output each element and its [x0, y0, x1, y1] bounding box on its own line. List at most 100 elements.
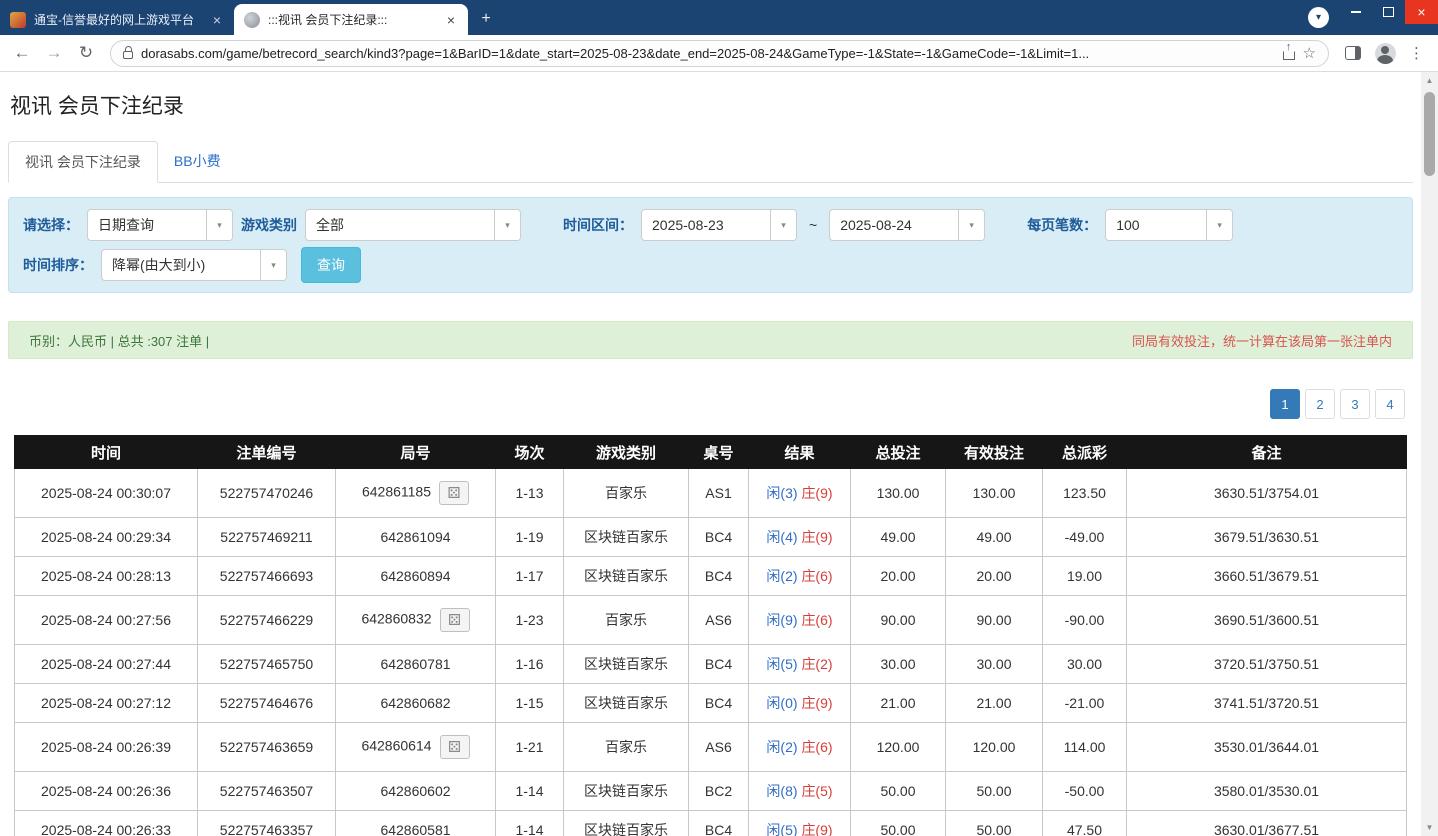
- column-header: 结果: [748, 435, 851, 469]
- cell-total-bet[interactable]: 120.00: [850, 722, 946, 772]
- chevron-down-icon[interactable]: ▾: [958, 210, 985, 240]
- tab2-close-icon[interactable]: ×: [444, 12, 458, 28]
- tab1-close-icon[interactable]: ×: [210, 12, 224, 28]
- tab-bet-records[interactable]: 视讯 会员下注纪录: [8, 141, 158, 183]
- window-maximize-button[interactable]: [1372, 0, 1405, 24]
- tab-search-button[interactable]: ▾: [1308, 7, 1329, 28]
- cell-table-no: BC4: [688, 556, 749, 596]
- cell-payout: -90.00: [1042, 595, 1127, 645]
- cell-result: 闲(9) 庄(6): [748, 595, 851, 645]
- cell-total-bet[interactable]: 50.00: [850, 771, 946, 811]
- cell-bet-no: 522757463357: [197, 810, 336, 836]
- profile-avatar[interactable]: [1374, 42, 1396, 64]
- scrollbar-thumb[interactable]: [1424, 92, 1435, 176]
- cell-session: 1-15: [495, 683, 564, 723]
- cell-total-bet[interactable]: 21.00: [850, 683, 946, 723]
- column-header: 游戏类别: [563, 435, 689, 469]
- scroll-up-icon[interactable]: ▲: [1426, 72, 1434, 89]
- page-size-select[interactable]: 100 ▾: [1105, 209, 1234, 241]
- page-button-3[interactable]: 3: [1340, 389, 1370, 419]
- cell-total-bet[interactable]: 50.00: [850, 810, 946, 836]
- cell-game-type: 区块链百家乐: [563, 556, 689, 596]
- browser-menu-icon[interactable]: ⋮: [1403, 44, 1430, 62]
- cell-total-bet[interactable]: 30.00: [850, 644, 946, 684]
- chevron-down-icon[interactable]: ▾: [1206, 210, 1233, 240]
- url-text[interactable]: dorasabs.com/game/betrecord_search/kind3…: [141, 46, 1275, 61]
- date-start-input[interactable]: 2025-08-23 ▾: [641, 209, 797, 241]
- summary-bar: 币别：人民币 | 总共 :307 注单 | 同局有效投注，统一计算在该局第一张注…: [8, 321, 1413, 359]
- result-player: 闲(2): [766, 568, 798, 584]
- page-button-2[interactable]: 2: [1305, 389, 1335, 419]
- side-panel-icon[interactable]: [1345, 46, 1361, 60]
- cell-total-bet[interactable]: 20.00: [850, 556, 946, 596]
- cell-game-type: 区块链百家乐: [563, 517, 689, 557]
- cell-table-no: BC2: [688, 771, 749, 811]
- refresh-icon[interactable]: ↻: [72, 39, 100, 67]
- column-header: 注单编号: [197, 435, 336, 469]
- address-bar[interactable]: dorasabs.com/game/betrecord_search/kind3…: [110, 39, 1329, 67]
- cell-note: 3630.51/3754.01: [1126, 468, 1407, 518]
- cell-payout: 30.00: [1042, 644, 1127, 684]
- table-row: 2025-08-24 00:27:12 522757464676 642860682…: [14, 683, 1407, 723]
- back-icon[interactable]: ←: [8, 39, 36, 67]
- chevron-down-icon[interactable]: ▾: [206, 210, 232, 240]
- replay-button[interactable]: ⚄: [439, 481, 470, 505]
- cell-bet-no: 522757470246: [197, 468, 336, 518]
- round-no-text: 642861185: [361, 483, 432, 500]
- round-no-text: 642860602: [380, 783, 451, 799]
- cell-total-bet[interactable]: 49.00: [850, 517, 946, 557]
- window-minimize-button[interactable]: [1339, 0, 1372, 24]
- cell-total-bet[interactable]: 90.00: [850, 595, 946, 645]
- cell-game-type: 百家乐: [563, 468, 689, 518]
- table-row: 2025-08-24 00:26:39 522757463659 642860614…: [14, 722, 1407, 772]
- summary-notice: 同局有效投注，统一计算在该局第一张注单内: [1131, 333, 1392, 349]
- cell-time: 2025-08-24 00:28:13: [14, 556, 198, 596]
- tab1-title: 通宝-信誉最好的网上游戏平台: [34, 13, 194, 27]
- page: 视讯 会员下注纪录 视讯 会员下注纪录 BB小费 请选择： 日期查询 ▾ 游戏类…: [0, 72, 1421, 836]
- search-button[interactable]: 查询: [301, 247, 361, 283]
- result-player: 闲(5): [766, 656, 798, 672]
- scroll-down-icon[interactable]: ▼: [1426, 819, 1434, 836]
- cell-table-no: BC4: [688, 644, 749, 684]
- new-tab-button[interactable]: +: [474, 7, 498, 31]
- forward-icon[interactable]: →: [40, 39, 68, 67]
- cell-game-type: 区块链百家乐: [563, 644, 689, 684]
- chevron-down-icon[interactable]: ▾: [770, 210, 796, 240]
- result-banker: 庄(2): [801, 656, 833, 672]
- replay-button[interactable]: ⚄: [439, 608, 470, 632]
- page-button-1[interactable]: 1: [1270, 389, 1300, 419]
- cell-note: 3679.51/3630.51: [1126, 517, 1407, 557]
- page-scrollbar[interactable]: ▲ ▼: [1421, 72, 1438, 836]
- cell-bet-no: 522757466229: [197, 595, 336, 645]
- sort-order-select[interactable]: 降幂(由大到小) ▾: [101, 249, 287, 281]
- dice-icon: ⚄: [447, 484, 461, 502]
- cell-session: 1-16: [495, 644, 564, 684]
- cell-round-no: 642861094: [335, 517, 496, 557]
- table-row: 2025-08-24 00:29:34 522757469211 642861094…: [14, 517, 1407, 557]
- query-type-select[interactable]: 日期查询 ▾: [87, 209, 233, 241]
- cell-game-type: 区块链百家乐: [563, 810, 689, 836]
- browser-tab-1[interactable]: 通宝-信誉最好的网上游戏平台 ×: [0, 4, 234, 35]
- share-arrow: ↑: [1285, 41, 1292, 53]
- cell-round-no: 642860832 ⚄: [335, 595, 496, 645]
- tab2-title: :::视讯 会员下注纪录:::: [268, 13, 388, 27]
- share-icon[interactable]: ↑: [1282, 41, 1295, 60]
- chevron-down-icon[interactable]: ▾: [494, 210, 520, 240]
- browser-tab-2[interactable]: :::视讯 会员下注纪录::: ×: [234, 4, 468, 35]
- window-close-button[interactable]: ×: [1405, 0, 1438, 24]
- replay-button[interactable]: ⚄: [439, 735, 470, 759]
- cell-session: 1-23: [495, 595, 564, 645]
- cell-total-bet[interactable]: 130.00: [850, 468, 946, 518]
- date-end-input[interactable]: 2025-08-24 ▾: [829, 209, 986, 241]
- cell-note: 3630.01/3677.51: [1126, 810, 1407, 836]
- column-header: 桌号: [688, 435, 749, 469]
- page-button-4[interactable]: 4: [1375, 389, 1405, 419]
- game-type-select[interactable]: 全部 ▾: [305, 209, 521, 241]
- tab-bb-tips[interactable]: BB小费: [158, 141, 237, 183]
- bookmark-star-icon[interactable]: ☆: [1303, 44, 1316, 62]
- cell-time: 2025-08-24 00:30:07: [14, 468, 198, 518]
- chevron-down-icon[interactable]: ▾: [260, 250, 286, 280]
- dice-icon: ⚄: [448, 738, 462, 756]
- pagination: 1234: [8, 389, 1405, 419]
- result-banker: 庄(9): [801, 695, 833, 711]
